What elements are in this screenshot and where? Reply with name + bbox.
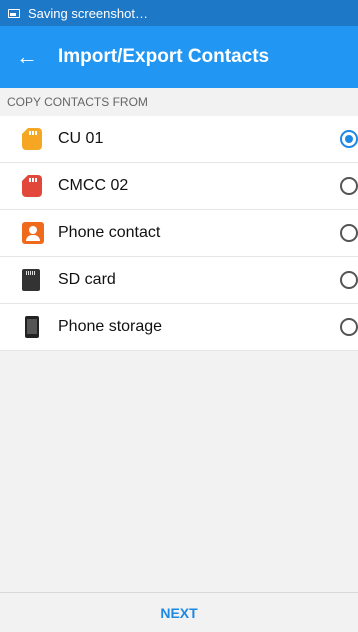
list-item-label: Phone storage: [58, 318, 163, 335]
section-header: COPY CONTACTS FROM: [7, 95, 148, 109]
list-item-phone-contact[interactable]: Phone contact: [0, 210, 358, 257]
status-text: Saving screenshot…: [28, 5, 148, 21]
status-bar: Saving screenshot…: [0, 0, 358, 26]
radio-cu01[interactable]: [340, 130, 358, 148]
phone-contact-icon: [22, 222, 44, 244]
list-item-sd-card[interactable]: SD card: [0, 257, 358, 304]
app-bar: ← Import/Export Contacts: [0, 26, 358, 88]
radio-cmcc02[interactable]: [340, 177, 358, 195]
list-item-label: CU 01: [58, 130, 104, 147]
sd-card-icon: [22, 269, 44, 291]
source-list: CU 01 CMCC 02 Phone contact SD card Phon…: [0, 116, 358, 351]
radio-phone-contact[interactable]: [340, 224, 358, 242]
radio-sd-card[interactable]: [340, 271, 358, 289]
phone-storage-icon: [22, 316, 44, 338]
page-title: Import/Export Contacts: [58, 46, 270, 67]
list-item-label: SD card: [58, 271, 116, 288]
next-button[interactable]: NEXT: [0, 593, 358, 632]
sim-card-orange-icon: [22, 128, 44, 150]
screenshot-icon: [8, 8, 20, 18]
list-item-cu01[interactable]: CU 01: [0, 116, 358, 163]
list-item-label: CMCC 02: [58, 177, 129, 194]
sim-card-red-icon: [22, 175, 44, 197]
list-item-phone-storage[interactable]: Phone storage: [0, 304, 358, 351]
list-item-cmcc02[interactable]: CMCC 02: [0, 163, 358, 210]
arrow-left-icon[interactable]: ←: [16, 46, 40, 68]
list-item-label: Phone contact: [58, 224, 161, 241]
radio-phone-storage[interactable]: [340, 318, 358, 336]
